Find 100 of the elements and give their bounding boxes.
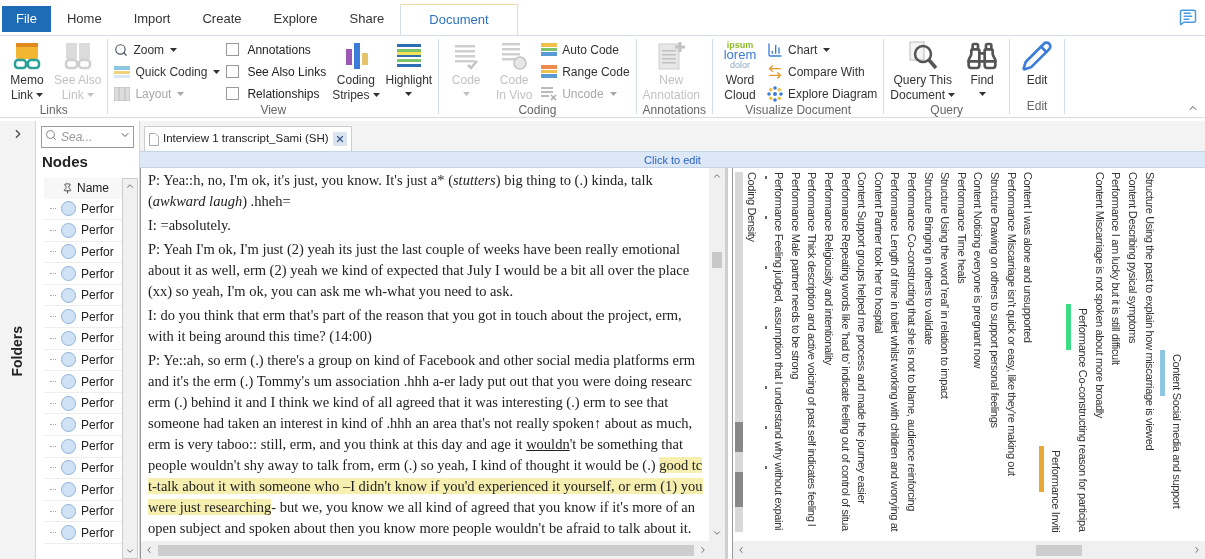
ribbon-menu-button[interactable]: Auto Code (541, 40, 630, 59)
coding-stripe-label[interactable]: Performance Repeating words like 'had to' indicate feeling out of control of situa (839, 168, 852, 541)
node-item[interactable]: Perfor (44, 349, 122, 372)
node-item[interactable]: Perfor (44, 241, 122, 264)
ribbon-menu-button[interactable]: Compare With (767, 62, 878, 81)
scrollbar[interactable] (122, 177, 138, 559)
ribbon-button[interactable]: Memo Link (6, 39, 48, 103)
node-label: Perfor (81, 524, 114, 542)
ribbon-tab[interactable]: Home (50, 6, 118, 32)
click-to-edit-bar[interactable]: Click to edit (140, 151, 1205, 168)
ribbon-button[interactable]: Edit (1016, 39, 1059, 88)
coding-stripe-label[interactable]: Content Describing pysical symptoms (1127, 168, 1140, 541)
transcript-line: I: =absolutely. (148, 216, 231, 235)
coding-stripe-label[interactable]: Content Noticing everyone is pregnant now (972, 168, 985, 541)
node-item[interactable]: Perfor (44, 392, 122, 415)
coding-stripe[interactable] (1066, 304, 1072, 350)
coding-stripe-label[interactable]: Performance I am lucky but it is still difficult (1110, 168, 1123, 541)
ribbon-tab[interactable]: Document (400, 4, 518, 35)
node-icon (61, 201, 76, 217)
coding-stripe-label[interactable]: Structure Drawing on others to support personal feelings (988, 168, 1001, 541)
coding-stripe-label[interactable]: Content Social media and support (1171, 354, 1184, 509)
ribbon-menu-button[interactable]: Range Code (541, 62, 630, 81)
scroll-right-icon[interactable] (698, 545, 708, 555)
close-tab-button[interactable] (332, 132, 347, 146)
grid-icon (114, 86, 131, 101)
coding-stripe-label[interactable]: Performance Inviti (1049, 450, 1062, 533)
scroll-down-icon[interactable] (712, 528, 722, 538)
scroll-thumb[interactable] (712, 251, 722, 268)
coding-stripe-label[interactable]: Content I was alone and unsupported (1022, 168, 1035, 541)
ribbon-tab[interactable]: Explore (257, 6, 334, 32)
coding-stripe-label[interactable]: Performance Co-constructing that she is not to blame, audience reinforcing (905, 168, 918, 541)
coding-stripe-label[interactable]: Performance Time heals (955, 168, 968, 541)
ribbon-menu-button[interactable]: Zoom (114, 40, 221, 59)
coding-stripe-label[interactable]: Content Partner took her to hospital (872, 168, 885, 541)
ribbon-button[interactable]: Query This Document (890, 39, 956, 103)
file-menu-tab[interactable]: File (2, 6, 51, 32)
node-item[interactable]: Perfor (44, 522, 122, 544)
coding-stripe-label[interactable]: Performance Feeling judged, assumption that I understand why without expaini (773, 168, 786, 541)
coding-stripe-label[interactable]: Coding Density (746, 168, 758, 541)
coding-stripe-label[interactable]: Performance Co-constructing reason for participa (1077, 308, 1090, 532)
node-item[interactable]: Perfor (44, 500, 122, 523)
horizontal-scrollbar[interactable] (733, 541, 1205, 559)
checkbox-label: Annotations (247, 41, 311, 59)
node-icon (61, 438, 76, 454)
ribbon-tab[interactable]: Import (117, 6, 187, 32)
ribbon-menu-button[interactable]: Quick Coding (114, 62, 221, 81)
coding-stripe-label[interactable]: Structure Bringing in others to validate (922, 168, 935, 541)
scroll-thumb[interactable] (158, 544, 694, 556)
node-label: Perfor (81, 222, 114, 240)
horizontal-scrollbar[interactable] (141, 541, 725, 559)
transcript-line: P: Ye::ah, so erm (.) there's a group on kind of Facebook and other social media platforms erm (148, 351, 696, 370)
scrollbar[interactable] (709, 168, 725, 541)
ribbon-button[interactable]: Coding Stripes (332, 39, 380, 103)
coding-stripe[interactable] (1038, 446, 1044, 492)
search-field[interactable]: Sea... (41, 126, 134, 148)
scroll-down-icon[interactable] (125, 546, 135, 556)
node-item[interactable]: Perfor (44, 220, 122, 242)
scroll-left-icon[interactable] (736, 545, 746, 555)
node-label: Perfor (81, 244, 114, 261)
coding-stripe-label[interactable]: Structure Using the past to explain how miscarriage is viewed (1143, 168, 1156, 541)
coding-stripe-label[interactable]: Performance Religiousity and intentionality (822, 168, 835, 541)
feedback-icon[interactable] (1179, 8, 1197, 26)
checkbox[interactable] (226, 43, 240, 56)
coding-stripe-label[interactable]: Performance Length of time in toilet whilst working with children and worrying at (889, 168, 902, 541)
ribbon-tab[interactable]: Share (333, 6, 401, 32)
checkbox-label: See Also Links (247, 63, 327, 81)
scroll-right-icon[interactable] (1192, 545, 1202, 555)
coding-stripe-label[interactable]: Structure Using the word 'real' in relation to impact (939, 168, 952, 541)
coding-stripe-label[interactable]: Performance Thick description and active voicing of past self indicates feeling l (806, 168, 819, 541)
node-item[interactable]: Perfor (44, 479, 122, 501)
node-item[interactable]: Perfor (44, 371, 122, 393)
ribbon-group-label: Query (929, 103, 965, 118)
scroll-left-icon[interactable] (144, 545, 154, 555)
coding-stripe[interactable] (1160, 350, 1166, 396)
checkbox[interactable] (226, 87, 240, 100)
node-item[interactable]: Perfor (44, 306, 122, 329)
node-item[interactable]: Perfor (44, 284, 122, 307)
node-item[interactable]: Perfor (44, 263, 122, 285)
coding-stripe-label[interactable]: Content Support groups helped me process and made the journey easier (856, 168, 869, 541)
scroll-thumb[interactable] (1036, 544, 1082, 556)
ribbon-tab[interactable]: Create (186, 6, 258, 32)
transcript-line: someone had taken an interest in kind of .hhh an area that's not really spoken↑ about as much, (148, 414, 693, 433)
node-item[interactable]: Perfor (44, 328, 122, 350)
coding-stripe-label[interactable]: Content Miscarriage is not spoken about more broadly (1093, 168, 1106, 541)
ribbon-menu-button[interactable]: Chart (767, 40, 878, 59)
node-item[interactable]: Perfor (44, 457, 122, 480)
checkbox[interactable] (226, 65, 240, 78)
ribbon-menu-button[interactable]: Explore Diagram (767, 84, 878, 103)
ribbon-button[interactable]: Highlight (385, 39, 433, 96)
scroll-up-icon[interactable] (712, 171, 722, 181)
colored-lines-icon (541, 42, 558, 57)
folders-panel-label[interactable]: Folders (7, 326, 28, 377)
coding-stripe-label[interactable]: Performance Miscarriage isn't quick or easy, like they're making out (1005, 168, 1018, 541)
coding-stripe-label[interactable]: Performance Male partner needs to be strong (789, 168, 802, 541)
node-item[interactable]: Perfor (44, 436, 122, 458)
document-tab[interactable]: Interview 1 transcript_Sami (SH) (144, 126, 352, 151)
node-item[interactable]: Perfor (44, 414, 122, 437)
ribbon-button[interactable]: Find (961, 39, 1004, 96)
ribbon-button[interactable]: ipsum lorem dolor Word Cloud (719, 39, 761, 103)
node-item[interactable]: Perfor (44, 198, 122, 221)
